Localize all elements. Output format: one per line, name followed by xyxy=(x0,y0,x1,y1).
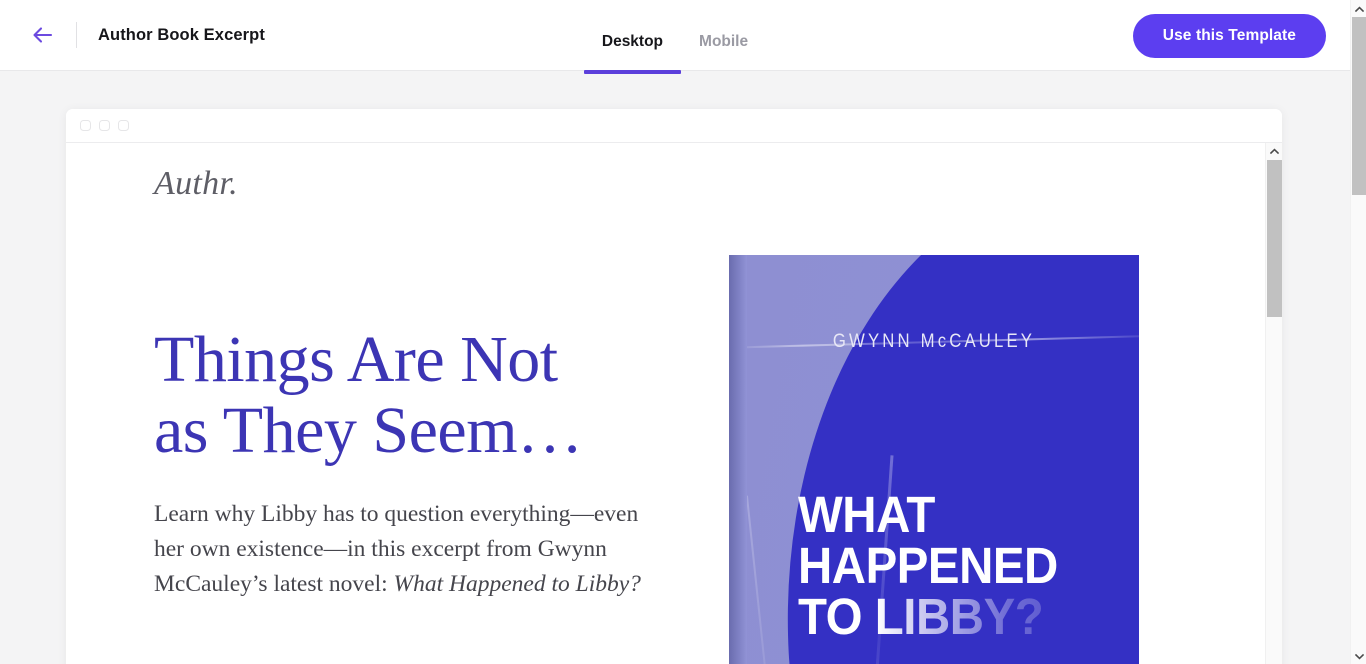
page-scroll-thumb[interactable] xyxy=(1352,17,1366,195)
browser-preview-frame: Authr. Things Are Not as They Seem… Lear… xyxy=(66,109,1282,664)
page-scroll-up-button[interactable] xyxy=(1351,0,1366,17)
tab-mobile[interactable]: Mobile xyxy=(681,33,766,71)
book-cover-title: WHAT HAPPENED TO LIBBY? xyxy=(798,489,1058,642)
page-scroll-down-button[interactable] xyxy=(1351,647,1366,664)
window-dot-close-icon xyxy=(80,120,91,131)
tab-desktop[interactable]: Desktop xyxy=(583,33,682,74)
book-title-line-1: WHAT xyxy=(798,486,935,543)
site-logo[interactable]: Authr. xyxy=(154,165,238,203)
book-title-line-3: TO LIBBY? xyxy=(798,591,1058,642)
book-title-line-3-faded: LIBBY? xyxy=(874,588,1044,645)
use-this-template-button[interactable]: Use this Template xyxy=(1132,14,1326,58)
hero-headline-line-1: Things Are Not xyxy=(154,323,558,396)
book-title-line-2: HAPPENED xyxy=(798,537,1058,594)
window-dot-minimize-icon xyxy=(99,120,110,131)
back-button[interactable] xyxy=(26,18,60,52)
arrow-left-icon xyxy=(32,26,54,44)
hero-copy-block: Things Are Not as They Seem… Learn why L… xyxy=(154,324,674,602)
preview-scrollbar[interactable] xyxy=(1265,143,1282,664)
template-site-canvas: Authr. Things Are Not as They Seem… Lear… xyxy=(66,143,1282,664)
window-dot-maximize-icon xyxy=(118,120,129,131)
header-divider xyxy=(76,22,77,48)
preview-scroll-thumb[interactable] xyxy=(1267,160,1282,317)
hero-headline: Things Are Not as They Seem… xyxy=(154,324,674,466)
book-cover-image: GWYNN McCAULEY WHAT HAPPENED TO LIBBY? xyxy=(729,255,1139,664)
preview-stage: Authr. Things Are Not as They Seem… Lear… xyxy=(0,71,1350,664)
page-scrollbar[interactable] xyxy=(1350,0,1366,664)
page-title: Author Book Excerpt xyxy=(98,25,265,44)
hero-subcopy-book-title: What Happened to Libby? xyxy=(393,571,641,597)
book-cover-spine xyxy=(729,255,747,664)
browser-chrome-bar xyxy=(66,109,1282,143)
chevron-up-icon xyxy=(1354,0,1364,18)
hero-headline-line-2: as They Seem… xyxy=(154,394,583,467)
hero-subcopy: Learn why Libby has to question everythi… xyxy=(154,497,674,602)
book-cover-author: GWYNN McCAULEY xyxy=(832,331,1036,352)
app-header: Author Book Excerpt Desktop Mobile Use t… xyxy=(0,0,1350,74)
preview-scroll-up-button[interactable] xyxy=(1266,143,1282,160)
chevron-down-icon xyxy=(1354,647,1364,664)
book-title-line-3-solid: TO xyxy=(798,588,875,645)
chevron-up-icon xyxy=(1270,148,1279,155)
